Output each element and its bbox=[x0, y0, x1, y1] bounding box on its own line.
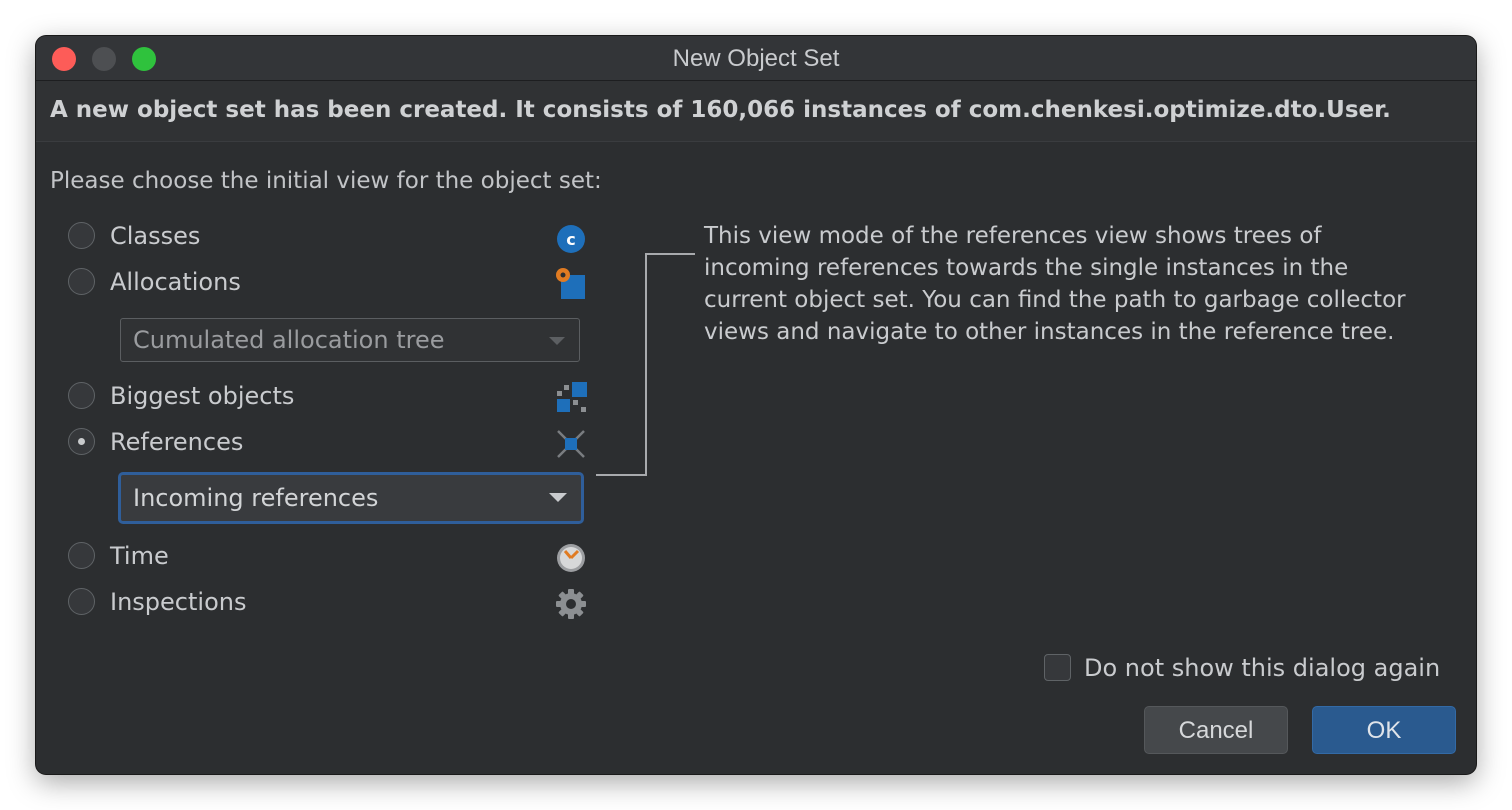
references-type-combo-value: Incoming references bbox=[133, 484, 379, 512]
option-references[interactable]: References bbox=[68, 428, 588, 458]
svg-text:c: c bbox=[566, 230, 575, 249]
option-allocations[interactable]: Allocations bbox=[68, 268, 588, 299]
biggest-objects-radio[interactable] bbox=[68, 382, 95, 409]
time-label: Time bbox=[110, 542, 169, 570]
time-radio[interactable] bbox=[68, 542, 95, 569]
allocation-tree-combo-value: Cumulated allocation tree bbox=[133, 326, 445, 354]
chevron-down-icon bbox=[549, 493, 567, 502]
option-classes[interactable]: Classes c bbox=[68, 222, 588, 253]
allocations-icon bbox=[556, 268, 585, 299]
dialog-window: New Object Set A new object set has been… bbox=[36, 36, 1476, 774]
biggest-objects-icon bbox=[557, 382, 587, 412]
classes-radio[interactable] bbox=[68, 222, 95, 249]
connector-line bbox=[645, 254, 647, 476]
allocations-radio[interactable] bbox=[68, 268, 95, 295]
option-time[interactable]: Time bbox=[68, 542, 588, 572]
ok-button[interactable]: OK bbox=[1312, 706, 1456, 754]
clock-icon bbox=[557, 544, 585, 572]
allocation-tree-combo[interactable]: Cumulated allocation tree bbox=[120, 318, 580, 362]
connector-line bbox=[596, 474, 646, 476]
class-c-icon: c bbox=[557, 225, 585, 253]
references-type-combo[interactable]: Incoming references bbox=[118, 472, 584, 524]
info-message: A new object set has been created. It co… bbox=[50, 97, 1391, 123]
inspections-label: Inspections bbox=[110, 588, 247, 616]
dont-show-again-label: Do not show this dialog again bbox=[1084, 654, 1441, 682]
inspections-radio[interactable] bbox=[68, 588, 95, 615]
references-icon bbox=[557, 430, 585, 458]
gear-icon bbox=[556, 589, 586, 619]
option-inspections[interactable]: Inspections bbox=[68, 588, 588, 619]
references-label: References bbox=[110, 428, 244, 456]
biggest-objects-label: Biggest objects bbox=[110, 382, 295, 410]
classes-label: Classes bbox=[110, 222, 201, 250]
view-prompt: Please choose the initial view for the o… bbox=[50, 168, 602, 194]
option-biggest-objects[interactable]: Biggest objects bbox=[68, 382, 588, 412]
info-banner: A new object set has been created. It co… bbox=[36, 81, 1476, 142]
allocations-label: Allocations bbox=[110, 268, 241, 296]
view-description: This view mode of the references view sh… bbox=[704, 223, 1406, 345]
connector-line bbox=[645, 253, 695, 255]
title-bar[interactable]: New Object Set bbox=[36, 36, 1476, 81]
window-title: New Object Set bbox=[672, 45, 840, 72]
dont-show-again-checkbox[interactable] bbox=[1044, 654, 1071, 681]
cancel-button[interactable]: Cancel bbox=[1144, 706, 1288, 754]
references-radio[interactable] bbox=[68, 428, 95, 455]
chevron-down-icon bbox=[549, 337, 565, 345]
